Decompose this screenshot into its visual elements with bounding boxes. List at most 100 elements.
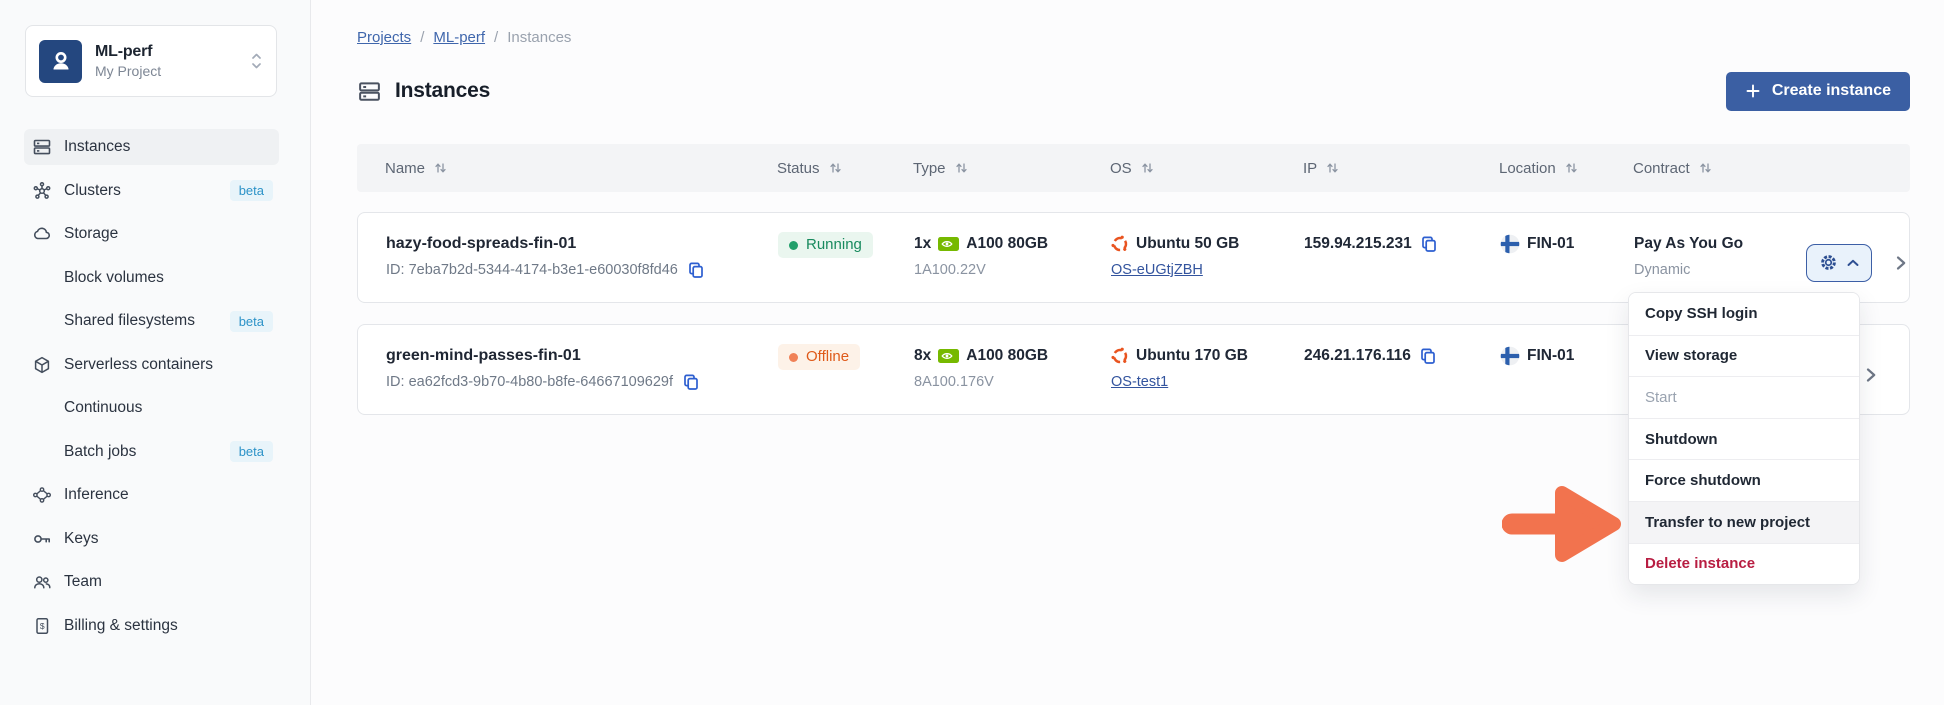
contract-cell: Pay As You Go Dynamic bbox=[1634, 223, 1743, 281]
status-badge: Offline bbox=[778, 344, 860, 370]
instance-settings-button[interactable] bbox=[1806, 244, 1872, 282]
type-sub: 1A100.22V bbox=[914, 260, 1111, 281]
sidebar-item-instances[interactable]: Instances bbox=[24, 129, 279, 165]
chevron-up-down-icon[interactable] bbox=[249, 50, 264, 72]
sidebar-item-keys[interactable]: Keys bbox=[24, 521, 279, 557]
ip-cell: 246.21.176.116 bbox=[1304, 335, 1500, 367]
sidebar: ML-perf My Project Instances Clusters be… bbox=[0, 0, 311, 705]
gpu-count: 8x bbox=[914, 344, 931, 367]
contract-sub: Dynamic bbox=[1634, 260, 1743, 281]
gpu-model: A100 80GB bbox=[966, 344, 1048, 367]
sidebar-item-label: Block volumes bbox=[64, 269, 164, 287]
chevron-right-icon[interactable] bbox=[1861, 365, 1881, 385]
menu-item-copy-ssh-login[interactable]: Copy SSH login bbox=[1629, 293, 1859, 335]
ip-cell: 159.94.215.231 bbox=[1304, 223, 1500, 255]
column-header-type[interactable]: Type bbox=[913, 160, 1110, 177]
beta-badge: beta bbox=[230, 441, 273, 462]
os-volume-link[interactable]: OS-test1 bbox=[1111, 374, 1168, 390]
column-label: IP bbox=[1303, 160, 1317, 177]
ubuntu-icon bbox=[1111, 235, 1129, 253]
column-header-contract[interactable]: Contract bbox=[1633, 160, 1714, 177]
instance-ip: 246.21.176.116 bbox=[1304, 344, 1411, 367]
sidebar-item-label: Batch jobs bbox=[64, 443, 136, 461]
sidebar-item-storage[interactable]: Storage bbox=[24, 216, 279, 252]
billing-icon: $ bbox=[32, 616, 52, 636]
column-label: Name bbox=[385, 160, 425, 177]
menu-item-delete-instance[interactable]: Delete instance bbox=[1629, 543, 1859, 585]
status-cell: Running bbox=[778, 223, 914, 258]
os-cell: Ubuntu 50 GB OS-eUGtjZBH bbox=[1111, 223, 1304, 281]
sort-icon bbox=[1141, 161, 1154, 175]
location-label: FIN-01 bbox=[1527, 232, 1574, 255]
create-instance-button[interactable]: Create instance bbox=[1726, 72, 1910, 111]
id-prefix: ID: bbox=[386, 262, 405, 278]
copy-icon[interactable] bbox=[681, 372, 701, 392]
menu-item-view-storage[interactable]: View storage bbox=[1629, 335, 1859, 377]
nvidia-icon bbox=[938, 237, 959, 251]
sidebar-nav: Instances Clusters beta Storage Block vo… bbox=[24, 129, 279, 651]
sidebar-item-batch-jobs[interactable]: Batch jobs beta bbox=[24, 434, 279, 470]
menu-item-shutdown[interactable]: Shutdown bbox=[1629, 418, 1859, 460]
sort-icon bbox=[955, 161, 968, 175]
status-dot-icon bbox=[789, 353, 798, 362]
chevron-up-icon bbox=[1846, 258, 1860, 268]
menu-item-force-shutdown[interactable]: Force shutdown bbox=[1629, 459, 1859, 501]
sidebar-item-billing-settings[interactable]: $ Billing & settings bbox=[24, 608, 279, 644]
contract-label: Pay As You Go bbox=[1634, 232, 1743, 255]
column-header-status[interactable]: Status bbox=[777, 160, 913, 177]
sidebar-item-label: Instances bbox=[64, 138, 130, 156]
sidebar-item-label: Shared filesystems bbox=[64, 312, 195, 330]
beta-badge: beta bbox=[230, 311, 273, 332]
sort-icon bbox=[1565, 161, 1578, 175]
column-header-name[interactable]: Name bbox=[385, 160, 777, 177]
servers-icon bbox=[357, 79, 382, 104]
sidebar-item-continuous[interactable]: Continuous bbox=[24, 390, 279, 426]
type-sub: 8A100.176V bbox=[914, 372, 1111, 393]
copy-icon[interactable] bbox=[1418, 346, 1438, 366]
sidebar-item-label: Team bbox=[64, 573, 102, 591]
type-cell: 8x A100 80GB 8A100.176V bbox=[914, 335, 1111, 393]
sidebar-item-shared-filesystems[interactable]: Shared filesystems beta bbox=[24, 303, 279, 339]
sidebar-item-team[interactable]: Team bbox=[24, 564, 279, 600]
sidebar-item-inference[interactable]: Inference bbox=[24, 477, 279, 513]
sidebar-item-label: Continuous bbox=[64, 399, 142, 417]
team-icon bbox=[32, 572, 52, 592]
person-icon bbox=[39, 40, 82, 83]
sidebar-item-clusters[interactable]: Clusters beta bbox=[24, 173, 279, 209]
sidebar-item-label: Billing & settings bbox=[64, 617, 178, 635]
cluster-icon bbox=[32, 181, 52, 201]
status-label: Offline bbox=[806, 349, 849, 365]
column-header-ip[interactable]: IP bbox=[1303, 160, 1499, 177]
instance-name: hazy-food-spreads-fin-01 bbox=[386, 232, 778, 255]
app-root: ML-perf My Project Instances Clusters be… bbox=[0, 0, 1944, 705]
column-header-os[interactable]: OS bbox=[1110, 160, 1303, 177]
gpu-count: 1x bbox=[914, 232, 931, 255]
create-instance-label: Create instance bbox=[1772, 82, 1891, 100]
status-dot-icon bbox=[789, 241, 798, 250]
status-label: Running bbox=[806, 237, 862, 253]
chevron-right-icon[interactable] bbox=[1891, 253, 1911, 273]
breadcrumb-link-project[interactable]: ML-perf bbox=[433, 29, 485, 46]
sidebar-item-label: Clusters bbox=[64, 182, 121, 200]
cloud-icon bbox=[32, 224, 52, 244]
copy-icon[interactable] bbox=[1419, 234, 1439, 254]
table-header: Name Status Type OS IP Location Contract bbox=[357, 144, 1910, 192]
type-cell: 1x A100 80GB 1A100.22V bbox=[914, 223, 1111, 281]
project-subtitle: My Project bbox=[95, 63, 249, 79]
os-volume-link[interactable]: OS-eUGtjZBH bbox=[1111, 262, 1203, 278]
column-label: Location bbox=[1499, 160, 1556, 177]
gpu-model: A100 80GB bbox=[966, 232, 1048, 255]
copy-icon[interactable] bbox=[686, 260, 706, 280]
column-label: Type bbox=[913, 160, 946, 177]
menu-item-transfer-to-new-project[interactable]: Transfer to new project bbox=[1629, 501, 1859, 543]
nvidia-icon bbox=[938, 349, 959, 363]
sidebar-item-block-volumes[interactable]: Block volumes bbox=[24, 260, 279, 296]
sort-icon bbox=[1699, 161, 1712, 175]
sidebar-item-label: Serverless containers bbox=[64, 356, 213, 374]
status-badge: Running bbox=[778, 232, 873, 258]
project-selector[interactable]: ML-perf My Project bbox=[25, 25, 277, 97]
column-header-location[interactable]: Location bbox=[1499, 160, 1633, 177]
breadcrumb-link-projects[interactable]: Projects bbox=[357, 29, 411, 46]
sidebar-item-serverless-containers[interactable]: Serverless containers bbox=[24, 347, 279, 383]
instance-row[interactable]: hazy-food-spreads-fin-01 ID: 7eba7b2d-53… bbox=[357, 212, 1910, 303]
